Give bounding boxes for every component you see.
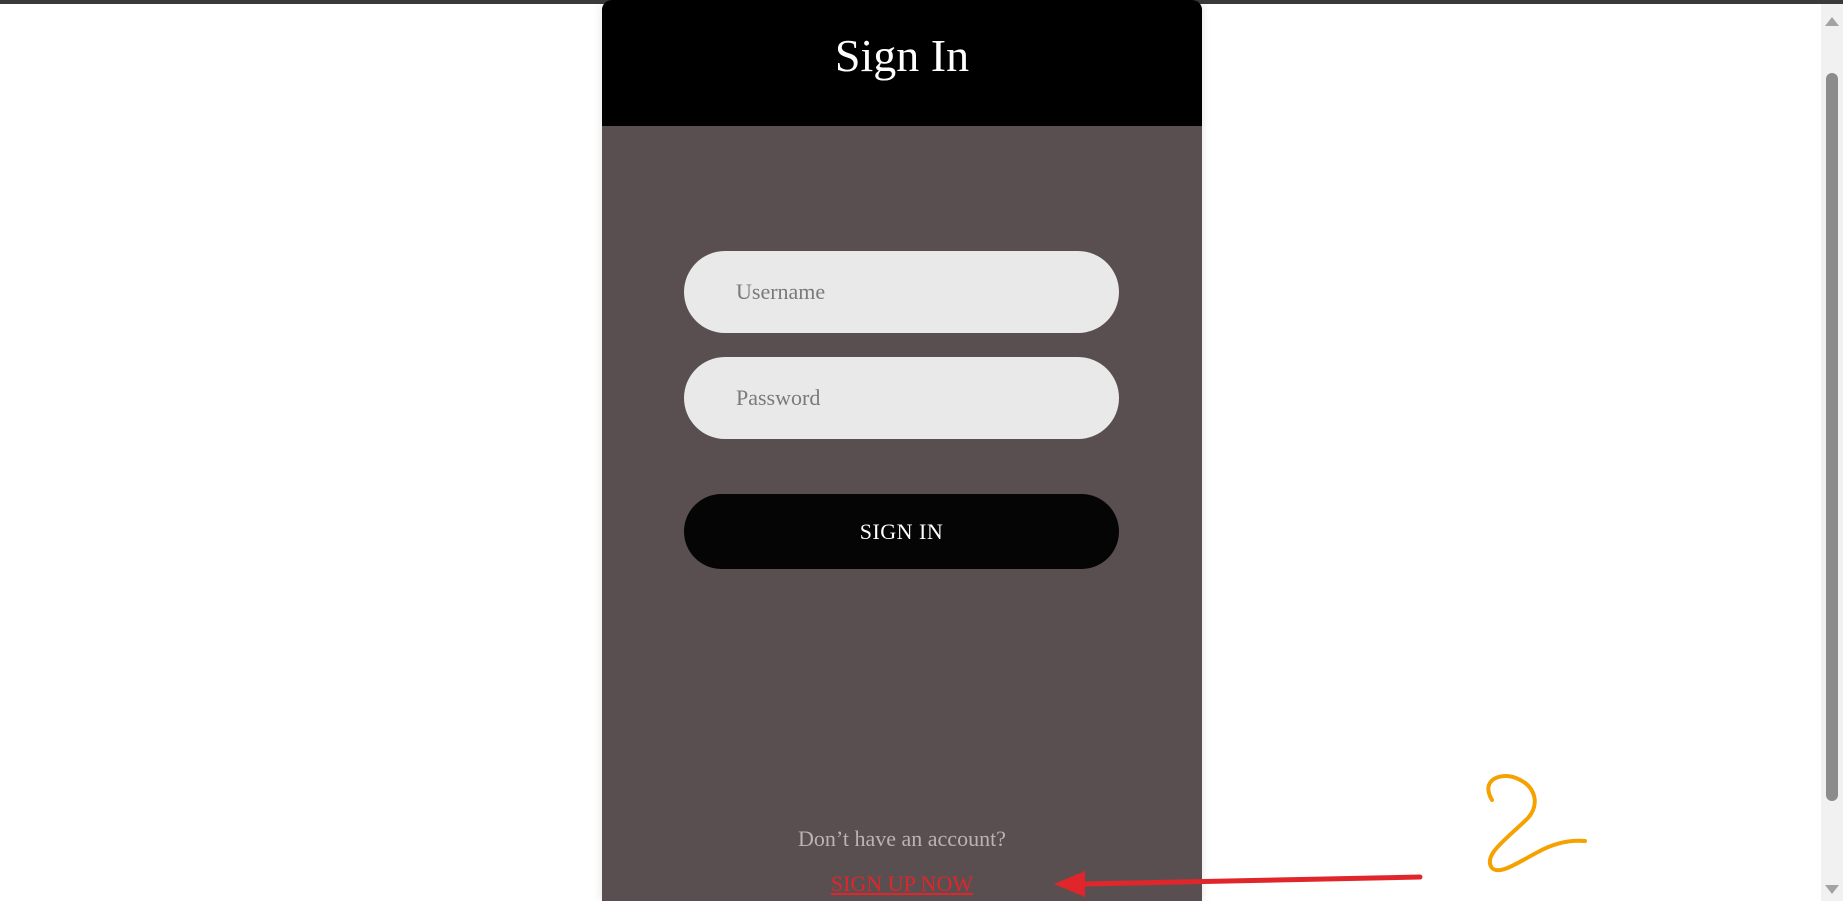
- page-title: Sign In: [834, 30, 970, 81]
- scrollbar-thumb[interactable]: [1826, 73, 1838, 801]
- scroll-up-arrow-icon[interactable]: [1825, 17, 1839, 26]
- scroll-down-arrow-icon[interactable]: [1825, 885, 1839, 894]
- vertical-scrollbar[interactable]: [1821, 4, 1843, 901]
- signin-card: Sign In SIGN IN Don’t have an account? S…: [602, 0, 1202, 901]
- sign-up-link[interactable]: SIGN UP NOW: [602, 871, 1202, 897]
- handwritten-number-annotation: [1486, 774, 1587, 872]
- card-header: Sign In: [602, 0, 1202, 126]
- browser-viewport: Sign In SIGN IN Don’t have an account? S…: [0, 0, 1843, 901]
- no-account-text: Don’t have an account?: [798, 826, 1006, 851]
- sign-in-button[interactable]: SIGN IN: [684, 494, 1119, 569]
- username-input[interactable]: [684, 251, 1119, 333]
- password-input[interactable]: [684, 357, 1119, 439]
